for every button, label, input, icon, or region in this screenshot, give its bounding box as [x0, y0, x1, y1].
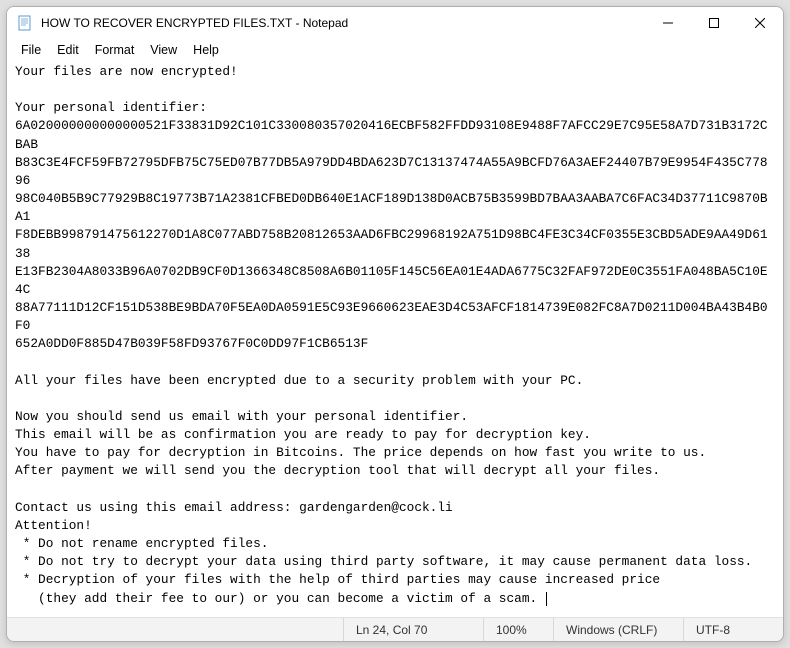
text-line: * Decryption of your files with the help… [15, 572, 660, 587]
text-line: * Do not rename encrypted files. [15, 536, 268, 551]
statusbar: Ln 24, Col 70 100% Windows (CRLF) UTF-8 [7, 617, 783, 641]
text-line: 6A020000000000000521F33831D92C101C330080… [15, 118, 768, 151]
status-encoding: UTF-8 [683, 618, 783, 641]
text-line: Contact us using this email address: gar… [15, 500, 453, 515]
text-line: You have to pay for decryption in Bitcoi… [15, 445, 706, 460]
text-line: 88A77111D12CF151D538BE9BDA70F5EA0DA0591E… [15, 300, 768, 333]
text-line: * Do not try to decrypt your data using … [15, 554, 752, 569]
close-button[interactable] [737, 7, 783, 39]
titlebar: HOW TO RECOVER ENCRYPTED FILES.TXT - Not… [7, 7, 783, 39]
menu-edit[interactable]: Edit [49, 41, 87, 59]
notepad-icon [17, 15, 33, 31]
text-line: (they add their fee to our) or you can b… [15, 591, 545, 606]
menubar: File Edit Format View Help [7, 39, 783, 61]
text-line: All your files have been encrypted due t… [15, 373, 583, 388]
text-line: B83C3E4FCF59FB72795DFB75C75ED07B77DB5A97… [15, 155, 768, 188]
text-line: F8DEBB998791475612270D1A8C077ABD758B2081… [15, 227, 768, 260]
notepad-window: HOW TO RECOVER ENCRYPTED FILES.TXT - Not… [6, 6, 784, 642]
text-line: 98C040B5B9C77929B8C19773B71A2381CFBED0DB… [15, 191, 768, 224]
minimize-button[interactable] [645, 7, 691, 39]
text-line: 652A0DD0F885D47B039F58FD93767F0C0DD97F1C… [15, 336, 368, 351]
menu-view[interactable]: View [142, 41, 185, 59]
window-title: HOW TO RECOVER ENCRYPTED FILES.TXT - Not… [41, 16, 645, 30]
status-zoom: 100% [483, 618, 553, 641]
status-line-ending: Windows (CRLF) [553, 618, 683, 641]
text-area[interactable]: Your files are now encrypted! Your perso… [7, 61, 783, 617]
text-line: E13FB2304A8033B96A0702DB9CF0D1366348C850… [15, 264, 768, 297]
text-line: Your files are now encrypted! [15, 64, 238, 79]
window-controls [645, 7, 783, 39]
text-line: This email will be as confirmation you a… [15, 427, 591, 442]
text-line: Now you should send us email with your p… [15, 409, 468, 424]
text-line: After payment we will send you the decry… [15, 463, 660, 478]
menu-format[interactable]: Format [87, 41, 143, 59]
text-caret [546, 592, 547, 606]
status-position: Ln 24, Col 70 [343, 618, 483, 641]
maximize-button[interactable] [691, 7, 737, 39]
menu-help[interactable]: Help [185, 41, 227, 59]
menu-file[interactable]: File [13, 41, 49, 59]
text-line: Attention! [15, 518, 92, 533]
text-line: Your personal identifier: [15, 100, 207, 115]
